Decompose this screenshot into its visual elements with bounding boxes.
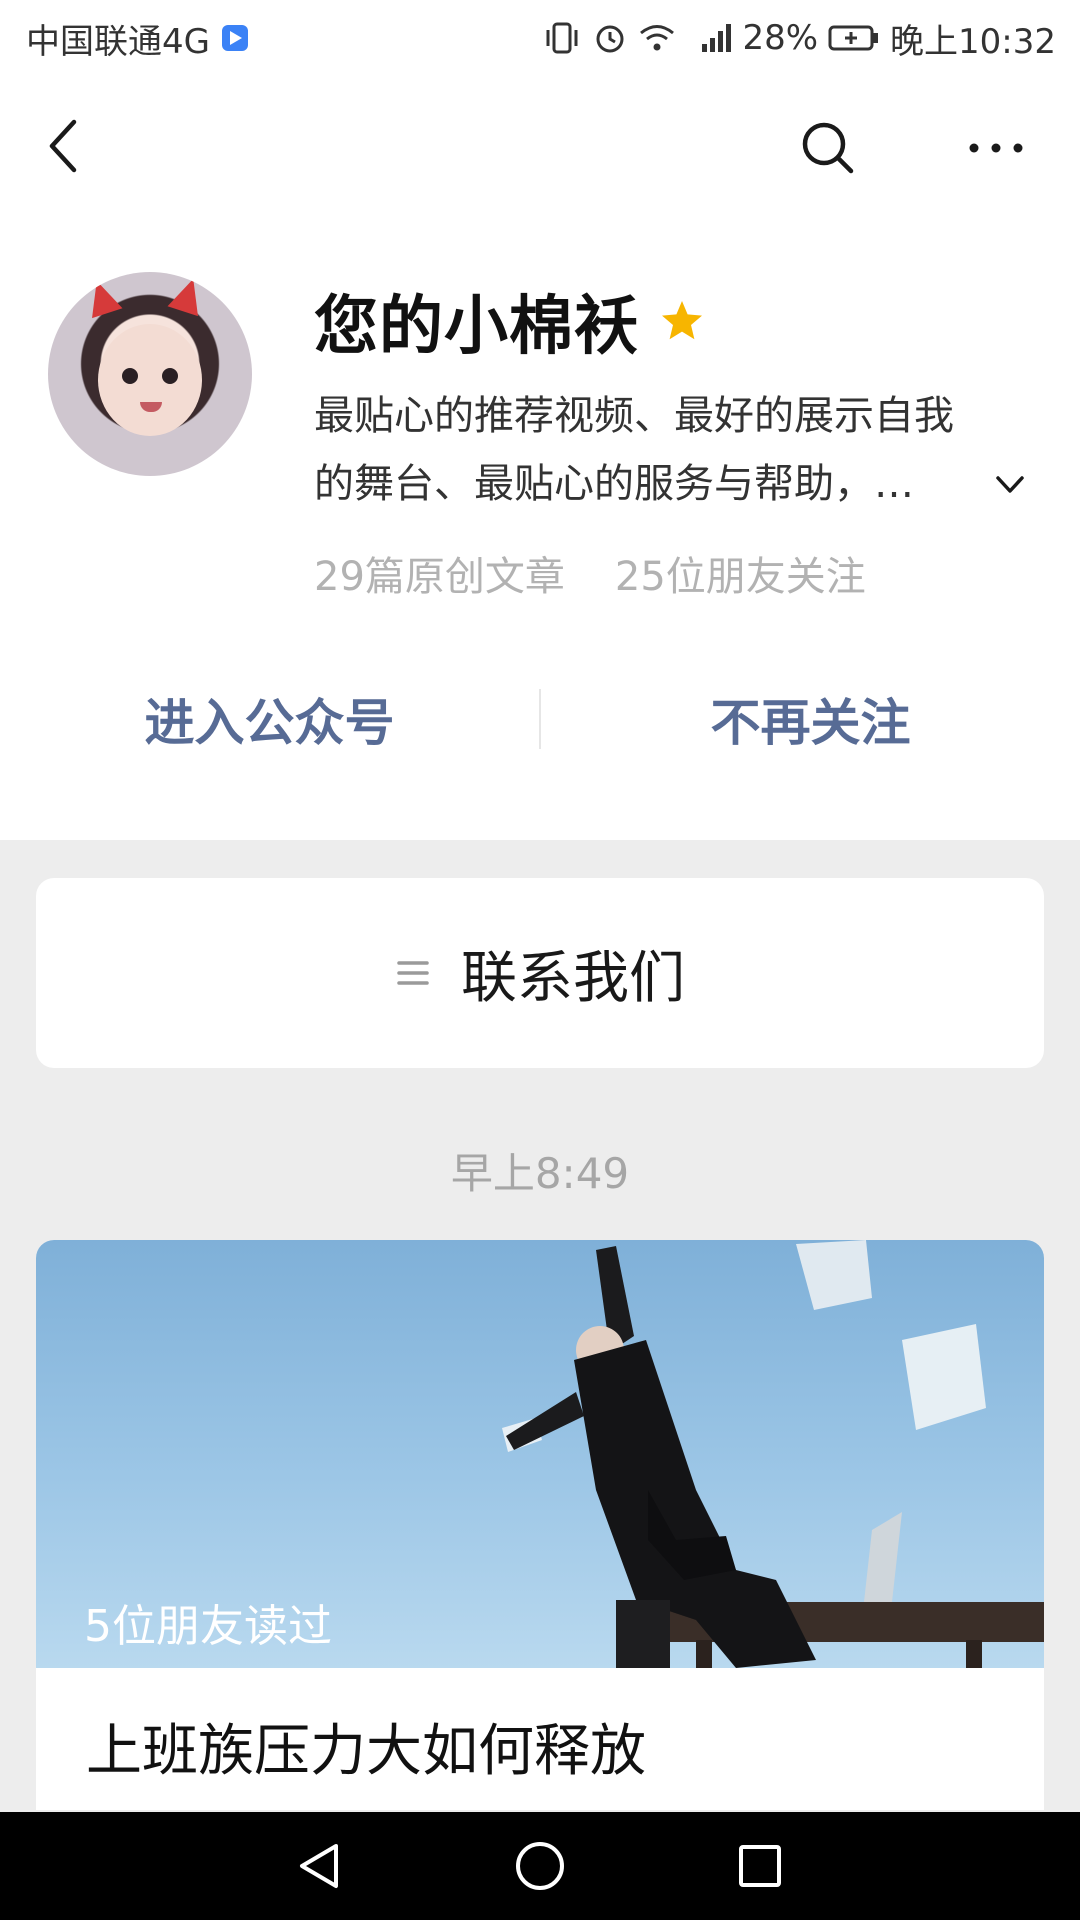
contact-us-menu[interactable]: 联系我们 <box>36 878 1044 1068</box>
alarm-icon <box>592 20 628 56</box>
enter-account-button[interactable]: 进入公众号 <box>0 683 539 755</box>
battery-charging-icon <box>828 23 880 53</box>
search-icon[interactable] <box>790 110 866 186</box>
clock-time: 晚上10:32 <box>890 21 1056 62</box>
menu-lines-icon <box>397 961 429 985</box>
title-row: 您的小棉袄 <box>314 276 705 366</box>
avatar-face <box>98 324 202 436</box>
vibrate-icon <box>542 20 582 56</box>
account-name: 您的小棉袄 <box>314 290 639 364</box>
nav-home-circle-icon[interactable] <box>510 1836 570 1896</box>
account-description[interactable]: 最贴心的推荐视频、最好的展示自我 的舞台、最贴心的服务与帮助，… <box>314 382 1034 518</box>
account-profile: 您的小棉袄 最贴心的推荐视频、最好的展示自我 的舞台、最贴心的服务与帮助，… 2… <box>0 214 1080 840</box>
status-left: 中国联通4G <box>26 14 250 63</box>
article-cover-image: 5位朋友读过 <box>36 1240 1044 1668</box>
top-nav-bar <box>0 76 1080 214</box>
avatar[interactable] <box>48 272 252 476</box>
profile-actions: 进入公众号 不再关注 <box>0 664 1080 774</box>
friends-following-count[interactable]: 25位朋友关注 <box>615 544 866 602</box>
message-timestamp: 早上8:49 <box>450 1149 630 1198</box>
status-right: 28% 晚上10:32 <box>542 14 1056 63</box>
friends-read-label: 5位朋友读过 <box>84 1601 332 1652</box>
system-navigation-bar <box>0 1812 1080 1920</box>
description-line-2: 的舞台、最贴心的服务与帮助，… <box>314 461 914 507</box>
unfollow-button[interactable]: 不再关注 <box>541 683 1080 755</box>
star-icon <box>662 301 702 340</box>
article-title[interactable]: 上班族压力大如何释放 <box>86 1706 646 1787</box>
avatar-eye-left <box>122 368 138 384</box>
description-line-1: 最贴心的推荐视频、最好的展示自我 <box>314 393 954 439</box>
nav-back-triangle-icon[interactable] <box>290 1836 350 1896</box>
avatar-horn-left <box>81 275 123 319</box>
contact-us-label: 联系我们 <box>461 945 685 1011</box>
account-stats: 29篇原创文章 25位朋友关注 <box>314 544 866 602</box>
carrier-label: 中国联通4G <box>26 21 210 62</box>
chevron-down-icon[interactable] <box>990 464 1030 504</box>
original-articles-count: 29篇原创文章 <box>314 554 565 600</box>
more-dots-icon[interactable] <box>958 110 1034 186</box>
wifi-icon <box>638 22 676 54</box>
description-last-row: 的舞台、最贴心的服务与帮助，… <box>314 450 1034 518</box>
battery-percent: 28% <box>742 18 819 58</box>
article-card[interactable]: 5位朋友读过 上班族压力大如何释放 <box>36 1240 1044 1810</box>
signal-4g-icon <box>686 20 732 56</box>
avatar-eye-right <box>162 368 178 384</box>
nav-recents-square-icon[interactable] <box>730 1836 790 1896</box>
status-bar: 中国联通4G 28% 晚上10:32 <box>0 0 1080 76</box>
back-chevron-icon[interactable] <box>28 110 100 182</box>
avatar-horn-right <box>167 273 209 317</box>
app-badge-icon <box>220 23 250 53</box>
